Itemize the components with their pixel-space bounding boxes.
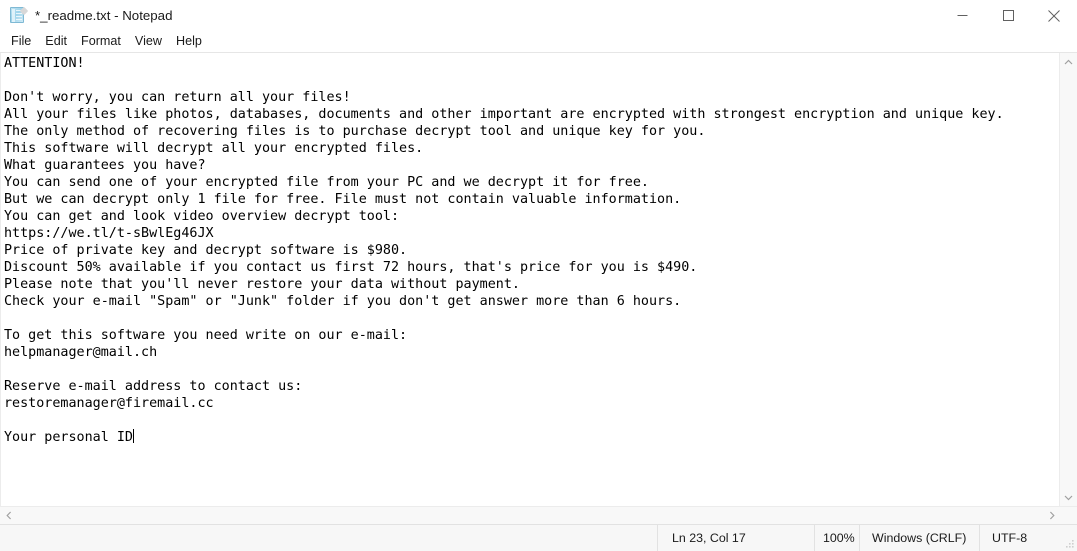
document-line: The only method of recovering files is t…	[4, 124, 706, 139]
chevron-right-icon	[1049, 511, 1055, 520]
horizontal-scrollbar[interactable]	[0, 506, 1077, 524]
menu-item-edit[interactable]: Edit	[38, 34, 74, 50]
title-bar: *_readme.txt - Notepad	[0, 0, 1077, 31]
status-bar-spacer	[0, 525, 657, 551]
document-line: https://we.tl/t-sBwlEg46JX	[4, 226, 214, 241]
status-zoom-level[interactable]: 100%	[814, 525, 859, 551]
title-bar-left: *_readme.txt - Notepad	[0, 6, 939, 24]
document-line: But we can decrypt only 1 file for free.…	[4, 192, 682, 207]
document-line: This software will decrypt all your encr…	[4, 141, 424, 156]
close-button[interactable]	[1031, 0, 1077, 31]
status-cursor-position: Ln 23, Col 17	[657, 525, 814, 551]
maximize-icon	[1002, 10, 1014, 21]
document-line: Check your e-mail "Spam" or "Junk" folde…	[4, 294, 682, 309]
menu-item-format[interactable]: Format	[74, 34, 128, 50]
chevron-left-icon	[5, 511, 11, 520]
menu-item-view[interactable]: View	[128, 34, 169, 50]
document-line: Discount 50% available if you contact us…	[4, 260, 698, 275]
document-line: You can send one of your encrypted file …	[4, 175, 649, 190]
maximize-button[interactable]	[985, 0, 1031, 31]
minimize-icon	[957, 15, 967, 16]
editor-area: ATTENTION! Don't worry, you can return a…	[0, 52, 1077, 506]
chevron-up-icon	[1064, 59, 1073, 64]
document-line: To get this software you need write on o…	[4, 328, 408, 343]
menu-bar: File Edit Format View Help	[0, 31, 1077, 52]
text-caret	[133, 429, 134, 443]
status-line-endings: Windows (CRLF)	[859, 525, 979, 551]
scroll-down-button[interactable]	[1060, 489, 1077, 506]
menu-item-help[interactable]: Help	[169, 34, 209, 50]
minimize-button[interactable]	[939, 0, 985, 31]
document-line: Your personal ID	[4, 430, 133, 445]
status-encoding: UTF-8	[979, 525, 1077, 551]
vertical-scrollbar-track[interactable]	[1060, 70, 1077, 489]
menu-item-file[interactable]: File	[4, 34, 38, 50]
document-line: helpmanager@mail.ch	[4, 345, 158, 360]
scrollbar-corner	[1060, 507, 1077, 524]
document-line: ATTENTION!	[4, 56, 85, 71]
document-line: What guarantees you have?	[4, 158, 206, 173]
document-line: Please note that you'll never restore yo…	[4, 277, 520, 292]
resize-grip-icon[interactable]	[1064, 538, 1075, 549]
notepad-icon	[9, 6, 29, 24]
status-bar: Ln 23, Col 17 100% Windows (CRLF) UTF-8	[0, 524, 1077, 551]
document-line: Reserve e-mail address to contact us:	[4, 379, 303, 394]
horizontal-scrollbar-track[interactable]	[17, 507, 1043, 524]
document-line: Price of private key and decrypt softwar…	[4, 243, 408, 258]
scroll-left-button[interactable]	[0, 507, 17, 524]
close-icon	[1048, 9, 1060, 22]
notepad-window: *_readme.txt - Notepad File Edit Format …	[0, 0, 1077, 551]
document-line: You can get and look video overview decr…	[4, 209, 400, 224]
vertical-scrollbar[interactable]	[1059, 53, 1077, 506]
document-line: restoremanager@firemail.cc	[4, 396, 214, 411]
document-line: Don't worry, you can return all your fil…	[4, 90, 351, 105]
text-editor[interactable]: ATTENTION! Don't worry, you can return a…	[0, 53, 1059, 506]
window-controls	[939, 0, 1077, 31]
chevron-down-icon	[1064, 495, 1073, 500]
scroll-up-button[interactable]	[1060, 53, 1077, 70]
document-line: All your files like photos, databases, d…	[4, 107, 1004, 122]
document-text: ATTENTION! Don't worry, you can return a…	[4, 55, 1059, 446]
scroll-right-button[interactable]	[1043, 507, 1060, 524]
window-title: *_readme.txt - Notepad	[35, 7, 173, 23]
